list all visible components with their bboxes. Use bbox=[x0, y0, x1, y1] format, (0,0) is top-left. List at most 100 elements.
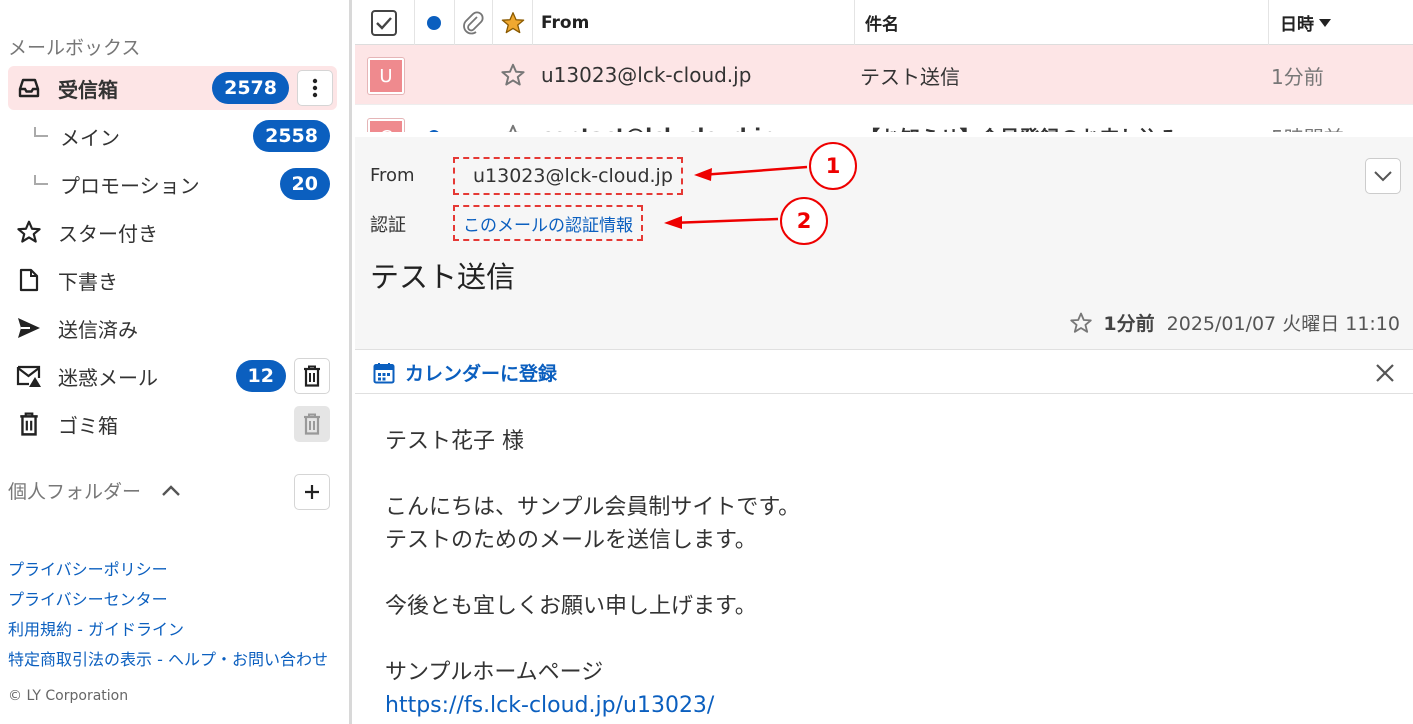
message-body: テスト花子 様 こんにちは、サンプル会員制サイトです。 テストのためのメールを送… bbox=[355, 395, 1413, 724]
close-icon[interactable] bbox=[1373, 361, 1397, 385]
tree-branch-icon bbox=[34, 127, 48, 137]
sidebar-item-label: 迷惑メール bbox=[58, 365, 158, 390]
sidebar-item-label: メイン bbox=[60, 125, 120, 150]
annotation-marker-2: 2 bbox=[780, 197, 828, 245]
select-all-checkbox[interactable] bbox=[370, 0, 398, 45]
checkbox-checked-icon bbox=[371, 9, 397, 36]
attachment-icon bbox=[463, 10, 484, 34]
from-column-label: From bbox=[541, 12, 590, 33]
sidebar-item-label: ゴミ箱 bbox=[58, 413, 118, 438]
trash-icon bbox=[304, 365, 320, 387]
avatar: C bbox=[368, 119, 404, 132]
link-separator: - bbox=[152, 650, 168, 669]
trash-icon bbox=[304, 413, 320, 435]
message-header: From u13023@lck-cloud.jp 認証 このメールの認証情報 テ… bbox=[355, 137, 1413, 350]
star-icon bbox=[16, 219, 42, 245]
personal-folders-toggle[interactable]: 個人フォルダー bbox=[8, 477, 181, 504]
add-to-calendar-label: カレンダーに登録 bbox=[405, 363, 558, 385]
message-list: From 件名 日時 U u13023@lck-cloud.jp テスト送信 1… bbox=[355, 0, 1413, 132]
from-column-header[interactable]: From bbox=[541, 0, 589, 45]
unread-dot-icon bbox=[427, 15, 441, 30]
message-date: 5時間前 bbox=[1271, 106, 1344, 133]
footer-links: プライバシーポリシー プライバシーセンター 利用規約 - ガイドライン 特定商取… bbox=[8, 555, 328, 675]
unread-count-badge: 20 bbox=[279, 168, 330, 200]
unread-count-badge: 2558 bbox=[253, 120, 330, 152]
star-icon bbox=[506, 124, 520, 132]
help-link[interactable]: ヘルプ・お問い合わせ bbox=[168, 650, 328, 669]
message-body-text: テスト花子 様 こんにちは、サンプル会員制サイトです。 テストのためのメールを送… bbox=[385, 425, 800, 722]
commerce-law-link[interactable]: 特定商取引法の表示 bbox=[8, 650, 152, 669]
draft-icon bbox=[16, 267, 42, 293]
attachment-column-header[interactable] bbox=[462, 0, 484, 45]
body-line: 今後とも宜しくお願い申し上げます。 bbox=[385, 594, 757, 619]
sort-desc-icon bbox=[1319, 18, 1331, 27]
star-toggle[interactable] bbox=[500, 106, 526, 132]
sidebar-item-label: 送信済み bbox=[58, 317, 138, 342]
star-toggle[interactable] bbox=[500, 45, 526, 105]
sidebar-item-promotion[interactable]: プロモーション 20 bbox=[8, 162, 337, 206]
sidebar-item-label: プロモーション bbox=[60, 173, 200, 198]
body-line: サンプルホームページ bbox=[385, 660, 604, 685]
unread-column-header[interactable] bbox=[426, 0, 442, 45]
unread-dot-icon bbox=[427, 106, 441, 132]
trash-icon bbox=[16, 411, 42, 437]
homepage-link[interactable]: https://fs.lck-cloud.jp/u13023/ bbox=[385, 689, 800, 722]
spam-icon bbox=[16, 363, 42, 389]
unread-count-badge: 12 bbox=[235, 360, 286, 392]
sidebar: メールボックス 受信箱 2578 メイン 2558 プロモーション 20 スター… bbox=[0, 0, 352, 724]
add-to-calendar-link[interactable]: カレンダーに登録 bbox=[373, 351, 557, 394]
sidebar-item-sent[interactable]: 送信済み bbox=[8, 306, 337, 350]
sidebar-item-label: 下書き bbox=[58, 269, 118, 294]
unread-count-badge: 2578 bbox=[212, 72, 289, 104]
send-icon bbox=[16, 315, 42, 341]
sidebar-item-starred[interactable]: スター付き bbox=[8, 210, 337, 254]
body-line: こんにちは、サンプル会員制サイトです。 bbox=[385, 495, 801, 520]
sidebar-item-spam[interactable]: 迷惑メール 12 bbox=[8, 354, 337, 398]
avatar: U bbox=[368, 58, 404, 94]
sidebar-item-trash[interactable]: ゴミ箱 bbox=[8, 402, 337, 446]
inbox-more-button[interactable] bbox=[297, 70, 333, 106]
star-icon bbox=[501, 63, 525, 86]
message-subject: 【お知らせ】会員登録のお申し込み bbox=[860, 106, 1180, 133]
sidebar-item-main[interactable]: メイン 2558 bbox=[8, 114, 337, 158]
star-column-header[interactable] bbox=[500, 0, 526, 45]
annotation-arrows bbox=[664, 165, 808, 229]
subject-column-label: 件名 bbox=[865, 15, 899, 35]
empty-spam-button[interactable] bbox=[294, 358, 330, 394]
guidelines-link[interactable]: ガイドライン bbox=[88, 620, 184, 639]
message-row[interactable]: U u13023@lck-cloud.jp テスト送信 1分前 bbox=[355, 45, 1413, 105]
chevron-up-icon bbox=[161, 480, 181, 502]
body-line: テストのためのメールを送信します。 bbox=[385, 528, 757, 553]
mailbox-section-title: メールボックス bbox=[8, 37, 141, 59]
message-from: u13023@lck-cloud.jp bbox=[541, 63, 752, 87]
add-folder-button[interactable] bbox=[294, 474, 330, 510]
tree-branch-icon bbox=[34, 175, 48, 185]
calendar-bar: カレンダーに登録 bbox=[355, 351, 1413, 394]
date-column-label: 日時 bbox=[1280, 15, 1314, 35]
sidebar-item-label: 受信箱 bbox=[58, 77, 118, 102]
message-from: contact@lck-cloud.jp bbox=[541, 106, 775, 132]
more-vertical-icon bbox=[312, 78, 318, 98]
date-column-header[interactable]: 日時 bbox=[1280, 0, 1332, 45]
message-subject: テスト送信 bbox=[860, 64, 960, 89]
plus-icon bbox=[305, 485, 319, 499]
body-line: テスト花子 様 bbox=[385, 429, 524, 454]
sidebar-item-label: スター付き bbox=[58, 221, 158, 246]
empty-trash-button[interactable] bbox=[294, 406, 330, 442]
message-row[interactable]: C contact@lck-cloud.jp 【お知らせ】会員登録のお申し込み … bbox=[355, 106, 1413, 132]
privacy-policy-link[interactable]: プライバシーポリシー bbox=[8, 560, 168, 579]
inbox-icon bbox=[16, 75, 42, 101]
sidebar-item-inbox[interactable]: 受信箱 2578 bbox=[8, 66, 337, 110]
copyright: © LY Corporation bbox=[8, 688, 129, 704]
star-filled-icon bbox=[501, 11, 525, 33]
terms-link[interactable]: 利用規約 bbox=[8, 620, 72, 639]
annotation-marker-1: 1 bbox=[809, 142, 857, 190]
link-separator: - bbox=[72, 620, 88, 639]
subject-column-header[interactable]: 件名 bbox=[865, 0, 899, 45]
calendar-icon bbox=[373, 362, 395, 383]
list-header: From 件名 日時 bbox=[355, 0, 1413, 45]
sidebar-item-drafts[interactable]: 下書き bbox=[8, 258, 337, 302]
personal-folders-title: 個人フォルダー bbox=[8, 481, 142, 503]
privacy-center-link[interactable]: プライバシーセンター bbox=[8, 590, 168, 609]
message-date: 1分前 bbox=[1271, 64, 1324, 89]
